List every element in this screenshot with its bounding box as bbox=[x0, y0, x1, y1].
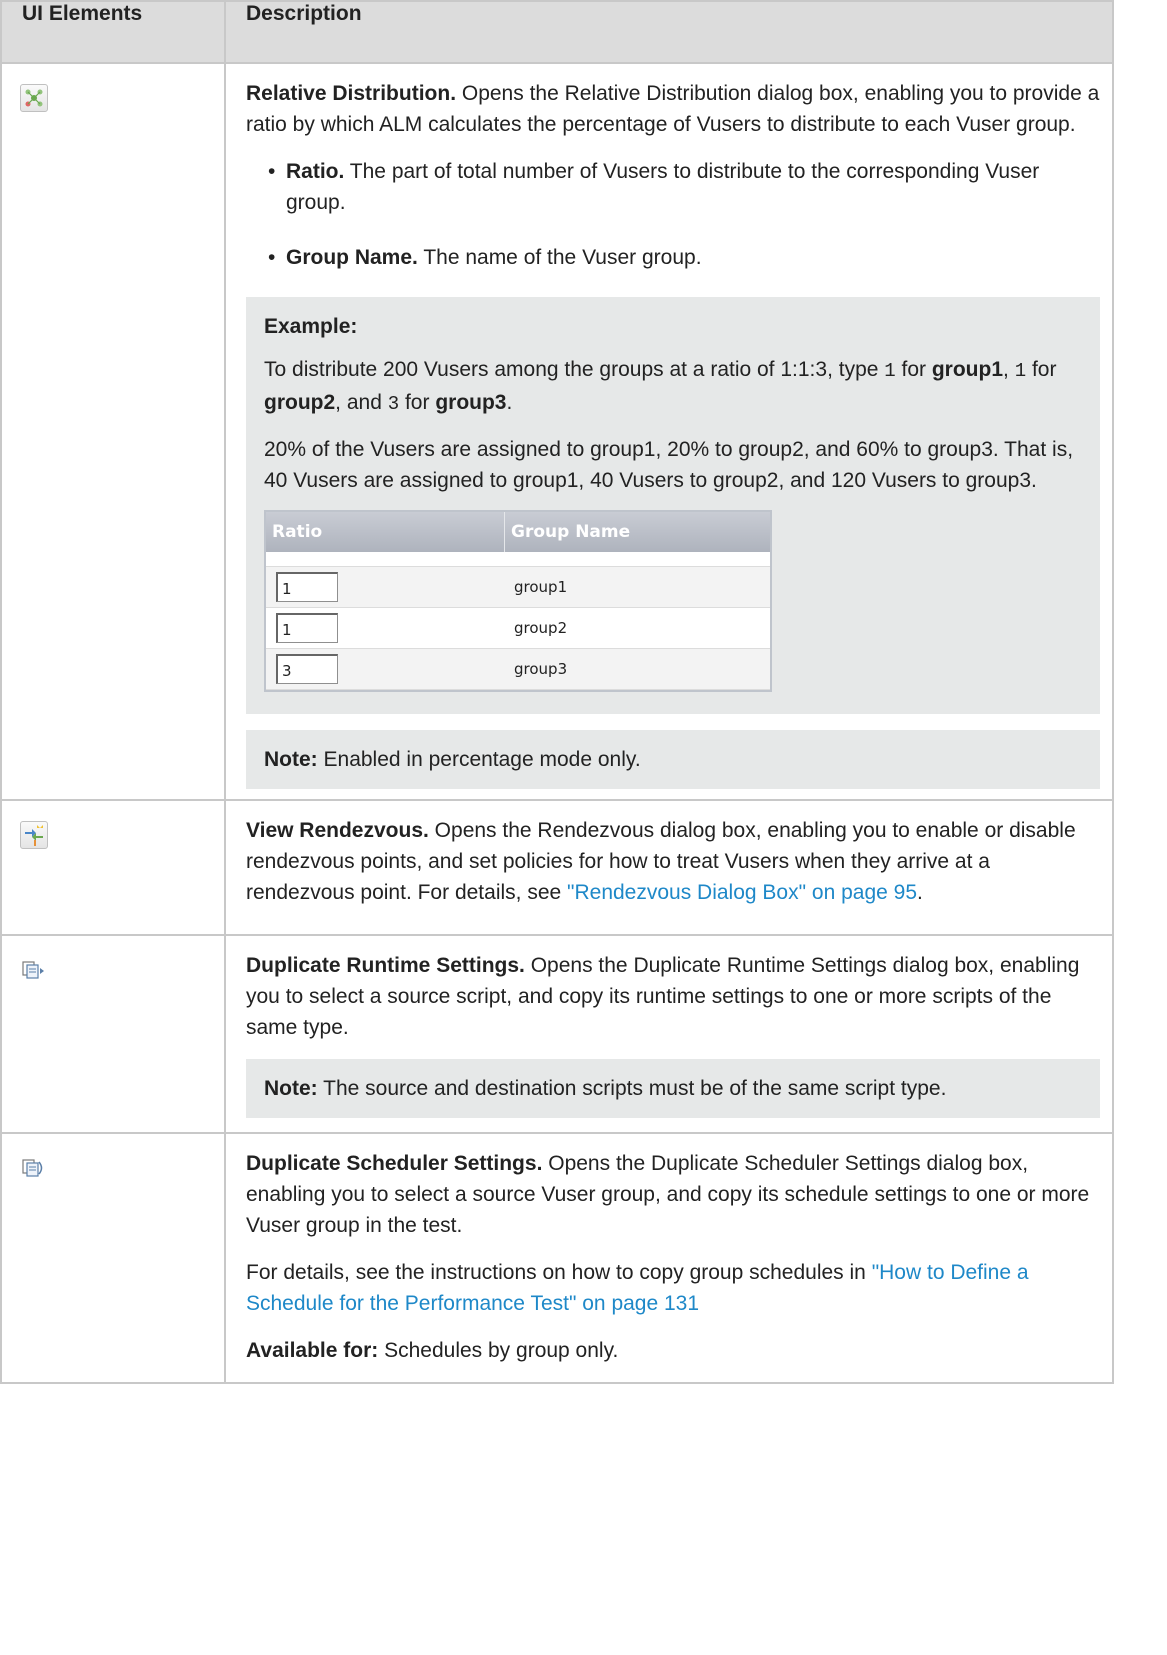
group-name: group3 bbox=[435, 391, 507, 414]
item-title: View Rendezvous. bbox=[246, 819, 429, 842]
example-paragraph: 20% of the Vusers are assigned to group1… bbox=[264, 438, 1074, 492]
group-name-cell: group2 bbox=[514, 618, 568, 637]
list-item: Group Name. The name of the Vuser group. bbox=[268, 242, 1100, 273]
bullet-list: Ratio. The part of total number of Vuser… bbox=[246, 156, 1100, 273]
description-cell: Duplicate Runtime Settings. Opens the Du… bbox=[224, 934, 1114, 1134]
view-rendezvous-description: View Rendezvous. Opens the Rendezvous di… bbox=[246, 815, 1100, 908]
bullet-title: Ratio. bbox=[286, 160, 345, 183]
note-text: The source and destination scripts must … bbox=[317, 1077, 947, 1100]
text: For details, see the instructions on how… bbox=[246, 1261, 872, 1284]
item-title: Duplicate Runtime Settings. bbox=[246, 954, 525, 977]
bullet-text: The part of total number of Vusers to di… bbox=[286, 160, 1040, 214]
rendezvous-dialog-link[interactable]: "Rendezvous Dialog Box" on page 95 bbox=[567, 881, 917, 904]
relative-distribution-icon[interactable] bbox=[20, 84, 48, 112]
table-row: 1 group2 bbox=[266, 608, 770, 649]
text: . bbox=[917, 881, 923, 904]
group-name: group1 bbox=[931, 358, 1004, 381]
icon-cell bbox=[0, 934, 226, 1134]
ui-elements-table: UI Elements Description Relative Distrib… bbox=[0, 0, 1114, 1384]
ratio-input[interactable]: 3 bbox=[276, 653, 338, 684]
table-row: 3 group3 bbox=[266, 649, 770, 690]
column-header-ui-elements: UI Elements bbox=[0, 0, 226, 64]
item-title: Relative Distribution. bbox=[246, 82, 457, 105]
group-name-cell: group1 bbox=[514, 577, 568, 596]
ratio-table-screenshot: Ratio Group Name 1 group1 1 group2 3 gro… bbox=[264, 510, 772, 692]
relative-distribution-description: Relative Distribution. Opens the Relativ… bbox=[246, 78, 1100, 140]
availability-text: Schedules by group only. bbox=[378, 1339, 619, 1362]
code-value: 1 bbox=[1014, 360, 1027, 382]
duplicate-scheduler-settings-icon[interactable] bbox=[20, 1154, 46, 1180]
note-callout: Note: The source and destination scripts… bbox=[246, 1059, 1100, 1118]
text: . bbox=[506, 391, 513, 414]
table-row: 1 group1 bbox=[266, 567, 770, 608]
text: for bbox=[1026, 358, 1057, 381]
table-row: Duplicate Scheduler Settings. Opens the … bbox=[0, 1132, 1114, 1384]
duplicate-scheduler-details: For details, see the instructions on how… bbox=[246, 1257, 1100, 1319]
note-label: Note: bbox=[264, 748, 318, 771]
code-value: 3 bbox=[387, 393, 400, 415]
example-label: Example: bbox=[264, 315, 358, 338]
note-callout: Note: Enabled in percentage mode only. bbox=[246, 730, 1100, 789]
example-paragraph: To distribute 200 Vusers among the group… bbox=[264, 354, 1082, 420]
group-name-column-header: Group Name bbox=[511, 522, 631, 542]
column-header-description: Description bbox=[224, 0, 1114, 64]
icon-cell bbox=[0, 1132, 226, 1384]
text: , bbox=[1003, 358, 1015, 381]
duplicate-scheduler-description: Duplicate Scheduler Settings. Opens the … bbox=[246, 1148, 1100, 1241]
table-row: Duplicate Runtime Settings. Opens the Du… bbox=[0, 934, 1114, 1134]
text: To distribute 200 Vusers among the group… bbox=[264, 358, 885, 381]
availability-label: Available for: bbox=[246, 1339, 379, 1362]
description-cell: Relative Distribution. Opens the Relativ… bbox=[224, 62, 1114, 801]
table-row: View Rendezvous. Opens the Rendezvous di… bbox=[0, 799, 1114, 936]
availability-note: Available for: Schedules by group only. bbox=[246, 1335, 1100, 1366]
code-value: 1 bbox=[884, 360, 896, 382]
group-name: group2 bbox=[264, 391, 336, 414]
text: , and bbox=[335, 391, 388, 414]
view-rendezvous-icon[interactable] bbox=[20, 821, 48, 849]
duplicate-runtime-settings-icon[interactable] bbox=[20, 956, 46, 982]
ratio-input[interactable]: 1 bbox=[276, 571, 338, 602]
description-cell: View Rendezvous. Opens the Rendezvous di… bbox=[224, 799, 1114, 936]
bullet-text: The name of the Vuser group. bbox=[417, 246, 702, 269]
ratio-column-header: Ratio bbox=[266, 512, 505, 552]
screenshot-rows: 1 group1 1 group2 3 group3 bbox=[266, 567, 770, 690]
duplicate-runtime-description: Duplicate Runtime Settings. Opens the Du… bbox=[246, 950, 1100, 1043]
table-row: Relative Distribution. Opens the Relativ… bbox=[0, 62, 1114, 801]
group-name-cell: group3 bbox=[514, 659, 568, 678]
screenshot-header: Ratio Group Name bbox=[266, 512, 770, 552]
text: for bbox=[895, 358, 932, 381]
example-callout: Example: To distribute 200 Vusers among … bbox=[246, 297, 1100, 714]
text: for bbox=[399, 391, 436, 414]
list-item: Ratio. The part of total number of Vuser… bbox=[268, 156, 1100, 218]
ratio-input[interactable]: 1 bbox=[276, 612, 338, 643]
description-cell: Duplicate Scheduler Settings. Opens the … bbox=[224, 1132, 1114, 1384]
screenshot-spacer bbox=[266, 552, 770, 567]
icon-cell bbox=[0, 799, 226, 936]
icon-cell bbox=[0, 62, 226, 801]
note-text: Enabled in percentage mode only. bbox=[317, 748, 641, 771]
note-label: Note: bbox=[264, 1077, 318, 1100]
item-title: Duplicate Scheduler Settings. bbox=[246, 1152, 543, 1175]
table-header-row: UI Elements Description bbox=[0, 0, 1114, 64]
bullet-title: Group Name. bbox=[286, 246, 418, 269]
